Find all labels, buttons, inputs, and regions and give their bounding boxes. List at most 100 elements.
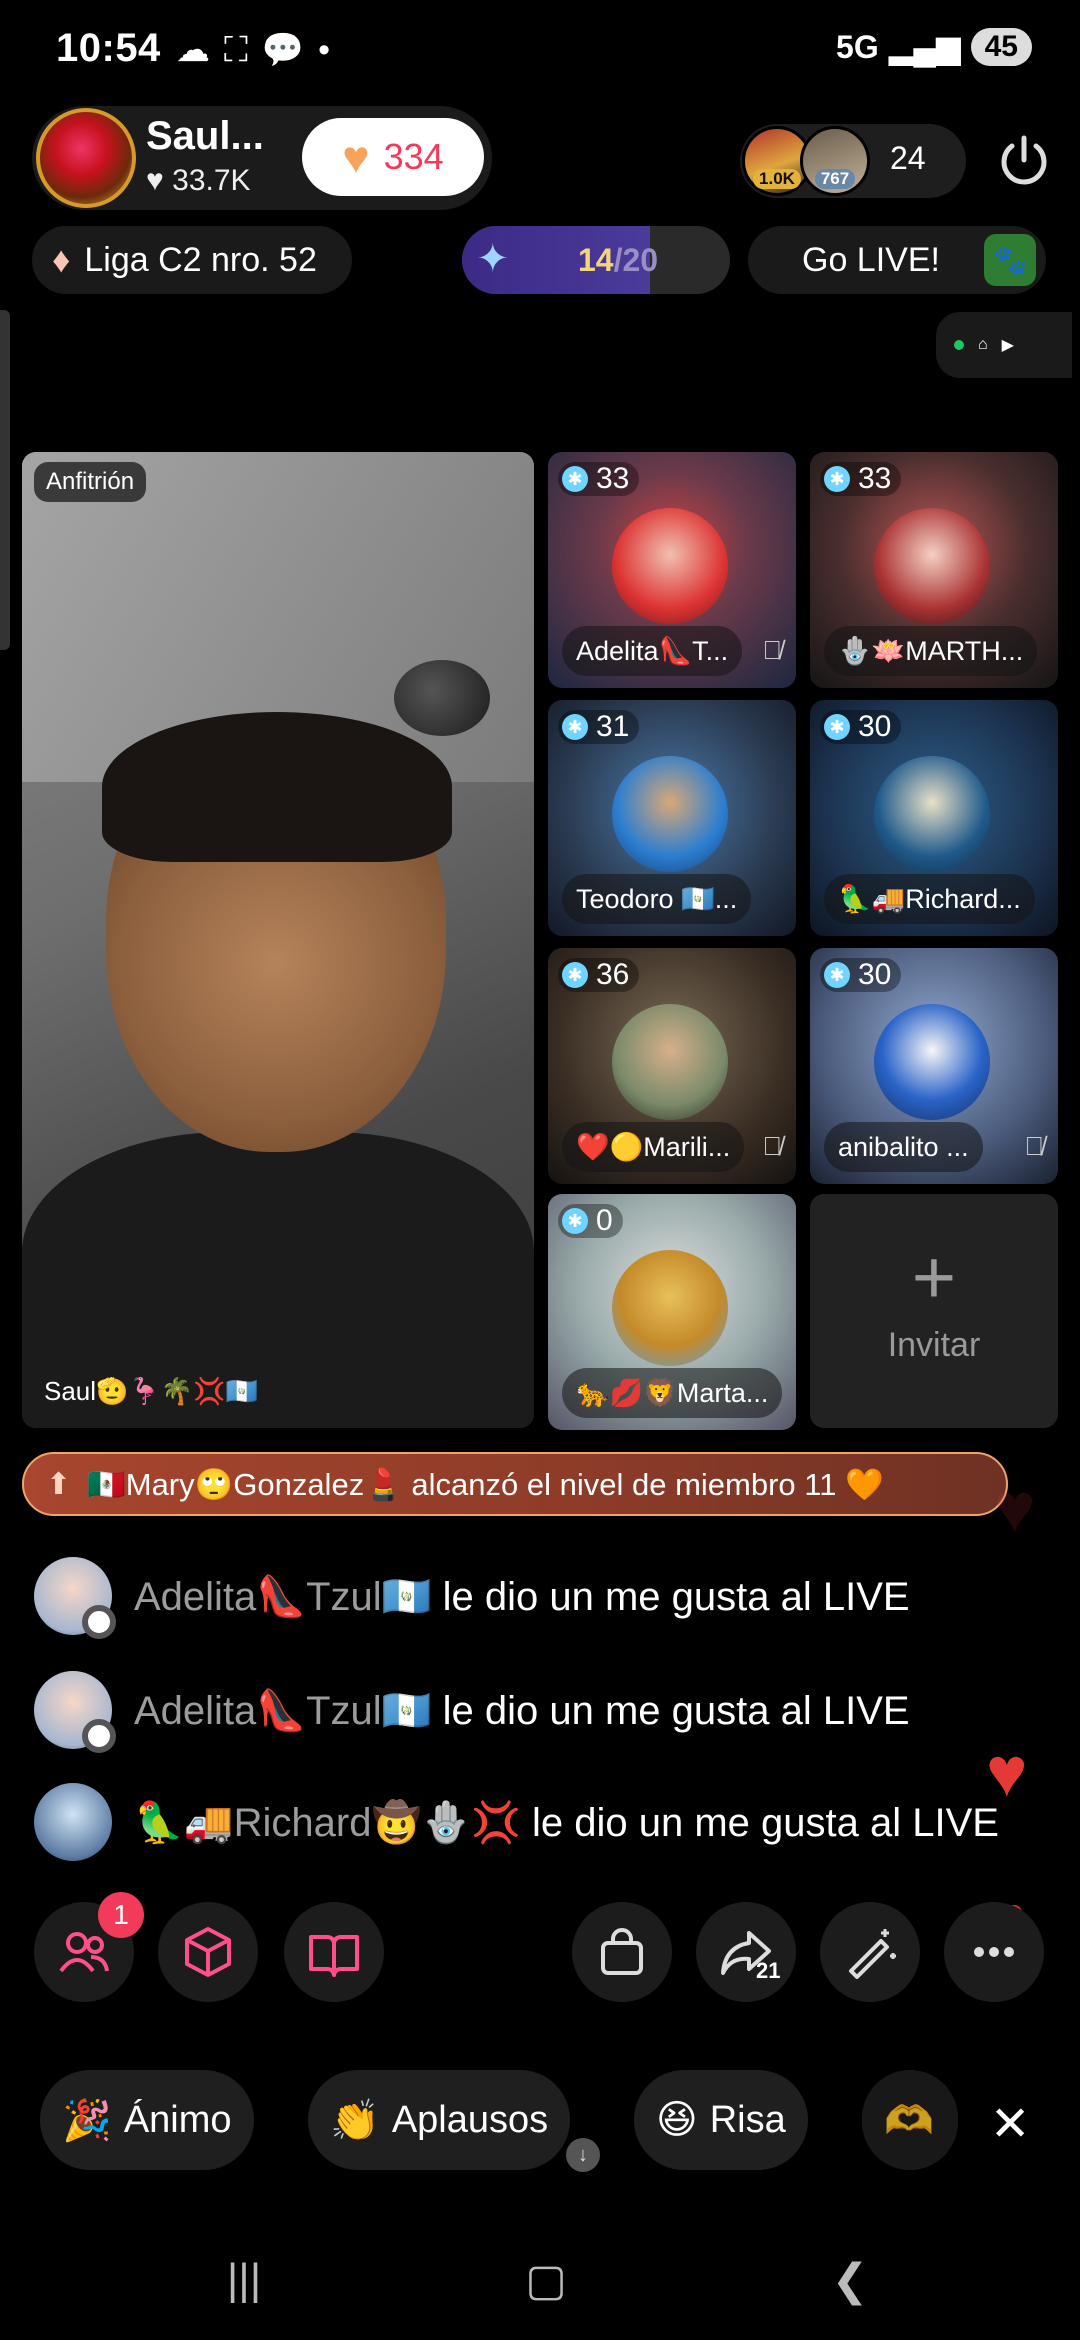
comment-user[interactable]: Adelita👠Tzul🇬🇹: [134, 1575, 431, 1619]
shopping-bag-icon: [601, 1928, 643, 1975]
home-nav-icon[interactable]: ▢: [506, 2240, 586, 2320]
guest-avatar[interactable]: [612, 1004, 728, 1120]
share-button[interactable]: [696, 1902, 796, 2002]
guest-name: 🦜🚚Richard...: [824, 874, 1035, 924]
guest-level: ✱ 33: [820, 462, 902, 496]
screenshot-icon: ⛶: [224, 30, 248, 69]
heart-hands-icon: 🫶: [884, 2098, 934, 2143]
top-viewer-avatar-2[interactable]: 767: [800, 126, 870, 196]
guest-avatar[interactable]: [612, 756, 728, 872]
edge-handle[interactable]: [0, 310, 10, 650]
reaction-chip-partial[interactable]: 🫶: [862, 2070, 958, 2170]
status-time: 10:54: [56, 26, 161, 70]
guest-tile[interactable]: ✱ 0 🐆💋🦁Marta...: [548, 1194, 796, 1430]
laugh-icon: 😆: [656, 2098, 698, 2142]
guest-name: ❤️🟡Marili...: [562, 1122, 745, 1172]
comment-text: le dio un me gusta al LIVE: [531, 1800, 999, 1845]
comment-avatar[interactable]: [34, 1557, 116, 1639]
comment-row[interactable]: Adelita👠Tzul🇬🇹 le dio un me gusta al LIV…: [34, 1556, 1064, 1639]
league-pill[interactable]: ♦ Liga C2 nro. 52: [32, 226, 352, 294]
floating-heart-icon: ♥: [994, 1469, 1036, 1547]
close-icon[interactable]: ✕: [990, 2096, 1030, 2152]
host-name: Saul...: [146, 114, 264, 158]
badge-ring-icon: [82, 1605, 116, 1639]
host-video-name: Saul🫡🦩🌴💢🇬🇹: [44, 1376, 258, 1406]
notification-badge: 1: [98, 1892, 144, 1938]
level-icon: ✱: [824, 714, 850, 740]
guest-tile[interactable]: ✱ 33 🪬🪷MARTH...: [810, 452, 1058, 688]
guest-level: ✱ 0: [558, 1204, 623, 1238]
comment-row[interactable]: 🦜🚚Richard🤠🪬💢 le dio un me gusta al LIVE: [34, 1782, 1064, 1862]
dot-icon: •: [318, 30, 331, 69]
guest-avatar[interactable]: [874, 508, 990, 624]
host-role-badge: Anfitrión: [34, 462, 147, 502]
arrow-up-icon: ⬆: [46, 1467, 72, 1501]
reaction-label: Ánimo: [123, 2098, 232, 2141]
guest-avatar[interactable]: [874, 1004, 990, 1120]
guest-level: ✱ 31: [558, 710, 640, 744]
more-button[interactable]: [944, 1902, 1044, 2002]
guest-tile[interactable]: ✱ 30 🦜🚚Richard...: [810, 700, 1058, 936]
level-icon: ✱: [562, 714, 588, 740]
guest-avatar[interactable]: [612, 1250, 728, 1366]
banner-text: 🇲🇽Mary🙄Gonzalez💄 alcanzó el nivel de mie…: [87, 1466, 884, 1502]
comment-user[interactable]: Adelita👠Tzul🇬🇹: [134, 1689, 431, 1733]
guest-level: ✱ 30: [820, 958, 902, 992]
back-icon[interactable]: ❮: [810, 2240, 890, 2320]
goal-progress[interactable]: ✦ 14/20: [462, 226, 730, 294]
power-icon[interactable]: [994, 130, 1054, 190]
comment-avatar[interactable]: [34, 1671, 116, 1753]
comment-user[interactable]: 🦜🚚Richard🤠🪬💢: [134, 1801, 521, 1845]
plus-icon: +: [911, 1235, 957, 1320]
guest-avatar[interactable]: [612, 508, 728, 624]
guest-name: Adelita👠T...: [562, 626, 743, 676]
reaction-chip-aplausos[interactable]: 👏 Aplausos: [308, 2070, 571, 2170]
like-count: 334: [383, 136, 444, 177]
guest-level-value: 33: [596, 462, 630, 495]
book-sparkle-icon: [309, 1935, 359, 1977]
status-system: 5G ▂▄▆ 45: [836, 28, 1032, 66]
guest-name: 🐆💋🦁Marta...: [562, 1368, 783, 1418]
home-icon: ⌂: [978, 336, 988, 353]
guest-level-value: 33: [858, 462, 892, 495]
magic-wand-button[interactable]: [820, 1902, 920, 2002]
story-button[interactable]: [284, 1902, 384, 2002]
guest-level: ✱ 33: [558, 462, 640, 496]
go-live-button[interactable]: Go LIVE! 🐾: [748, 226, 1046, 294]
viewer-count: 24: [890, 140, 926, 176]
guest-tile[interactable]: ✱ 30 anibalito ... 🎙̸: [810, 948, 1058, 1184]
effects-button[interactable]: [158, 1902, 258, 2002]
badge-ring-icon: [82, 1719, 116, 1753]
level-icon: ✱: [824, 962, 850, 988]
invite-button[interactable]: + Invitar: [810, 1194, 1058, 1428]
level-icon: ✱: [824, 466, 850, 492]
host-video[interactable]: Anfitrión Saul🫡🦩🌴💢🇬🇹: [22, 452, 534, 1428]
guest-tile[interactable]: ✱ 31 Teodoro 🇬🇹...: [548, 700, 796, 936]
guest-level-value: 0: [596, 1204, 613, 1237]
comment-row[interactable]: Adelita👠Tzul🇬🇹 le dio un me gusta al LIV…: [34, 1670, 1064, 1753]
signal-icon: ▂▄▆: [888, 29, 961, 65]
download-icon: ↓: [566, 2138, 600, 2172]
reaction-chip-risa[interactable]: 😆 Risa: [634, 2070, 808, 2170]
host-avatar[interactable]: [36, 108, 136, 208]
comment-text: le dio un me gusta al LIVE: [442, 1688, 910, 1733]
shop-button[interactable]: [572, 1902, 672, 2002]
level-icon: ✱: [562, 466, 588, 492]
status-bar: 10:54 ☁ ⛶ 💬 • 5G ▂▄▆ 45: [0, 0, 1080, 100]
share-count: 21: [756, 1958, 781, 1983]
mic-off-icon: 🎙̸: [762, 635, 783, 665]
guest-tile[interactable]: ✱ 36 ❤️🟡Marili... 🎙̸: [548, 948, 796, 1184]
guest-tile[interactable]: ✱ 33 Adelita👠T... 🎙̸: [548, 452, 796, 688]
level-up-banner: ⬆ 🇲🇽Mary🙄Gonzalez💄 alcanzó el nivel de m…: [22, 1452, 1008, 1516]
recent-apps-icon[interactable]: |||: [204, 2240, 284, 2320]
guest-level: ✱ 30: [820, 710, 902, 744]
like-button[interactable]: ♥ 334: [302, 118, 484, 196]
floating-heart-icon: ♥: [986, 1733, 1028, 1811]
comment-avatar[interactable]: [34, 1783, 112, 1861]
heart-small-icon: ♥: [146, 164, 164, 197]
reaction-chip-animo[interactable]: 🎉 Ánimo: [40, 2070, 254, 2170]
mic-off-icon: 🎙̸: [1024, 1131, 1045, 1161]
guest-avatar[interactable]: [874, 756, 990, 872]
sparkle-icon: ✦: [476, 237, 510, 281]
floating-controls[interactable]: ⌂ ▶: [936, 312, 1072, 378]
